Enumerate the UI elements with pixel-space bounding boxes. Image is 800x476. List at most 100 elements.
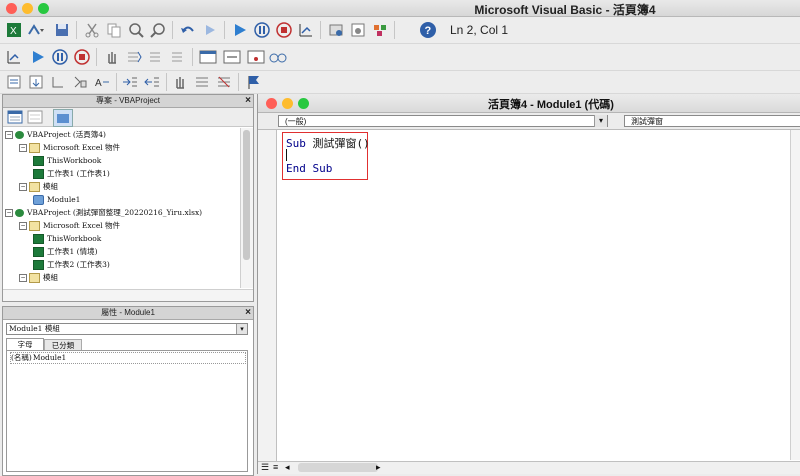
design-mode-icon-2[interactable] (4, 47, 24, 67)
search-icon[interactable] (148, 20, 168, 40)
list-properties-icon[interactable] (4, 72, 24, 92)
code-vscrollbar[interactable] (790, 130, 800, 460)
standard-toolbar: X ? Ln 2, Col 1 (0, 17, 800, 44)
hand-icon[interactable] (102, 47, 122, 67)
chevron-down-icon[interactable]: ▾ (594, 115, 607, 127)
pause-icon[interactable] (252, 20, 272, 40)
step-into-icon[interactable] (124, 47, 144, 67)
project-explorer-title: 專案 - VBAProject × (3, 95, 253, 108)
bookmark-flag-icon[interactable] (244, 72, 264, 92)
tree-item[interactable]: − VBAProject (活頁簿4) (5, 130, 106, 140)
vba-project-icon (15, 131, 24, 139)
parameter-info-icon[interactable] (70, 72, 90, 92)
indent-icon[interactable] (120, 72, 140, 92)
step-over-icon[interactable] (146, 47, 166, 67)
tree-item-label: 模組 (43, 182, 58, 191)
object-browser-icon[interactable] (370, 20, 390, 40)
find-icon[interactable] (126, 20, 146, 40)
close-icon[interactable]: × (245, 95, 251, 107)
tree-item[interactable]: − Microsoft Excel 物件 (19, 143, 120, 153)
margin-indicator-bar (258, 130, 277, 474)
procedure-view-icon[interactable]: ☰ (261, 462, 269, 473)
folder-icon (29, 273, 40, 283)
tree-item-label: Module1 (47, 195, 81, 204)
view-object-icon[interactable] (27, 110, 43, 124)
collapse-icon[interactable]: − (19, 274, 27, 282)
locals-window-icon[interactable] (198, 47, 218, 67)
scroll-right-icon[interactable]: ▸ (376, 462, 381, 473)
copy-icon[interactable] (104, 20, 124, 40)
tree-item[interactable]: 工作表1 (工作表1) (33, 169, 110, 179)
project-explorer-icon[interactable] (326, 20, 346, 40)
tree-item[interactable]: − 模組 (19, 182, 58, 192)
procedure-combo[interactable]: 測試彈窗 (624, 115, 800, 127)
tree-item[interactable]: ThisWorkbook (33, 156, 101, 166)
run-icon[interactable] (230, 20, 250, 40)
code-hscrollbar[interactable]: ☰ ≡ ◂ ▸ (258, 461, 800, 474)
edit-toolbar: A (0, 71, 800, 94)
list-constants-icon[interactable] (26, 72, 46, 92)
code-line-3[interactable]: End Sub (286, 162, 332, 175)
cut-icon[interactable] (82, 20, 102, 40)
close-icon[interactable]: × (245, 307, 251, 319)
collapse-icon[interactable]: − (5, 209, 13, 217)
quick-info-icon[interactable] (48, 72, 68, 92)
collapse-icon[interactable]: − (19, 183, 27, 191)
svg-text:A: A (95, 78, 102, 89)
view-code-icon[interactable] (7, 110, 23, 124)
run-icon-2[interactable] (28, 47, 48, 67)
scroll-left-icon[interactable]: ◂ (285, 462, 290, 473)
property-row[interactable]: (名稱)Module1 (10, 352, 246, 364)
project-explorer-toolbar (3, 108, 253, 127)
full-module-view-icon[interactable]: ≡ (273, 462, 278, 472)
project-tree: − VBAProject (活頁簿4) − Microsoft Excel 物件 Thi… (3, 128, 239, 288)
tree-item[interactable]: 工作表1 (情境) (33, 247, 98, 257)
object-select[interactable]: Module1 模組 ▾ (6, 323, 248, 335)
tree-item[interactable]: − VBAProject (測試彈窗整理_20220216_Yiru.xlsx) (5, 208, 202, 218)
stop-icon[interactable] (274, 20, 294, 40)
minimize-code-window-button[interactable] (282, 98, 293, 109)
outdent-icon[interactable] (142, 72, 162, 92)
toggle-breakpoint-icon[interactable] (170, 72, 190, 92)
tree-item[interactable]: 工作表2 (工作表3) (33, 260, 110, 270)
save-icon[interactable] (52, 20, 72, 40)
undo-icon[interactable] (178, 20, 198, 40)
project-tree-hscrollbar[interactable] (3, 289, 253, 301)
close-code-window-button[interactable] (266, 98, 277, 109)
tree-item[interactable]: Module1 (33, 195, 80, 205)
insert-module-icon[interactable] (26, 20, 46, 40)
watch-window-icon[interactable] (246, 47, 266, 67)
tree-item-label: Microsoft Excel 物件 (43, 143, 121, 152)
complete-word-icon[interactable]: A (92, 72, 112, 92)
tree-item[interactable]: ThisWorkbook (33, 234, 101, 244)
properties-icon[interactable] (348, 20, 368, 40)
excel-icon[interactable]: X (4, 20, 24, 40)
project-tree-scrollbar[interactable] (240, 128, 253, 288)
pause-icon-2[interactable] (50, 47, 70, 67)
properties-title: 屬性 - Module1 × (3, 307, 253, 320)
properties-panel: 屬性 - Module1 × Module1 模組 ▾ 字母 已分類 (名稱)Mo… (2, 306, 254, 476)
step-out-icon[interactable] (168, 47, 188, 67)
collapse-icon[interactable]: − (19, 144, 27, 152)
object-combo[interactable]: (一般) ▾ (278, 115, 608, 127)
immediate-window-icon[interactable] (222, 47, 242, 67)
code-window: 活頁簿4 - Module1 (代碼) (一般) ▾ 測試彈窗 Sub 測試彈窗… (257, 94, 800, 474)
design-mode-icon[interactable] (296, 20, 316, 40)
tree-item-label: Microsoft Excel 物件 (43, 221, 121, 230)
quick-watch-icon[interactable] (268, 47, 288, 67)
tree-item-label: ThisWorkbook (47, 156, 102, 165)
comment-block-icon[interactable] (192, 72, 212, 92)
tree-item[interactable]: − Microsoft Excel 物件 (19, 221, 120, 231)
collapse-icon[interactable]: − (19, 222, 27, 230)
collapse-icon[interactable]: − (5, 131, 13, 139)
zoom-code-window-button[interactable] (298, 98, 309, 109)
tree-item[interactable]: − 模組 (19, 273, 58, 283)
uncomment-block-icon[interactable] (214, 72, 234, 92)
redo-icon[interactable] (200, 20, 220, 40)
toggle-folders-icon[interactable] (53, 109, 73, 127)
help-icon[interactable]: ? (418, 20, 438, 40)
scroll-thumb[interactable] (298, 463, 378, 472)
code-line-1[interactable]: Sub 測試彈窗() (286, 135, 370, 151)
chevron-down-icon[interactable]: ▾ (236, 324, 247, 334)
stop-icon-2[interactable] (72, 47, 92, 67)
